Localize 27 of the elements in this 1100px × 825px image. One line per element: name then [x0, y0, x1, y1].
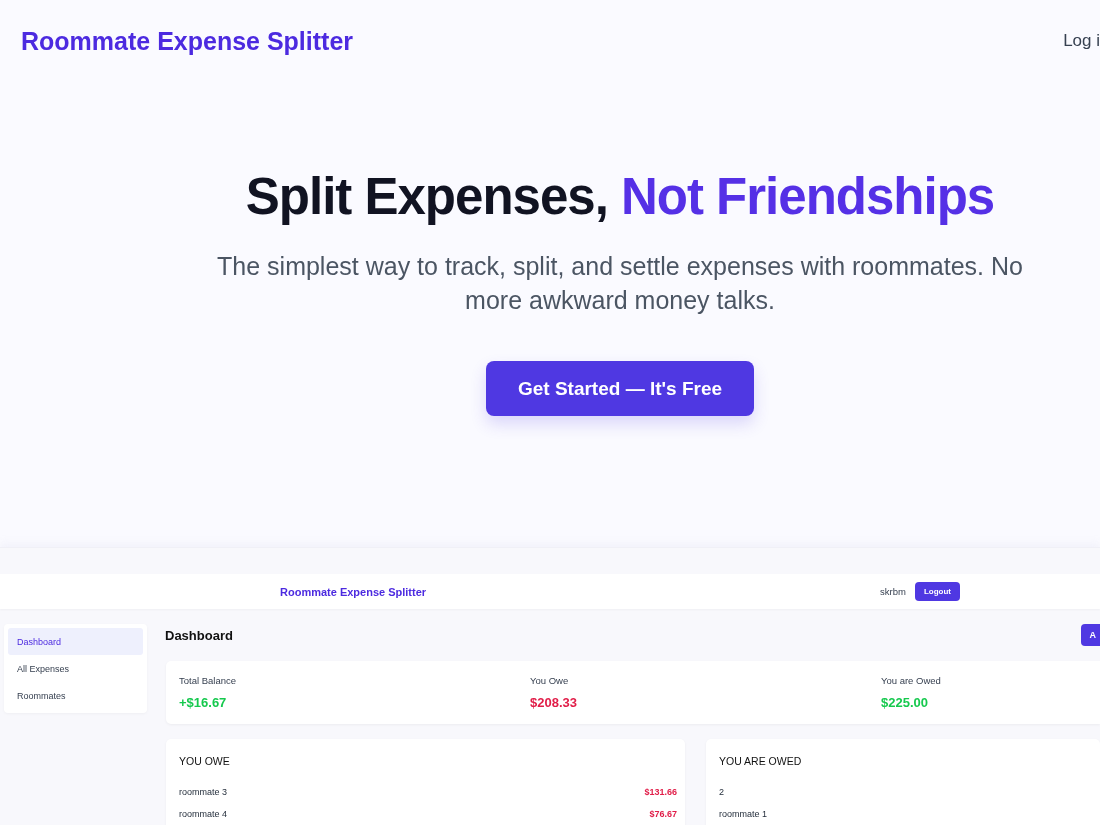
login-link[interactable]: Log i [1063, 31, 1100, 51]
hero-subtitle: The simplest way to track, split, and settle expenses with roommates. No more awkward money talks. [216, 251, 1024, 316]
roommate-name: roommate 1 [719, 809, 768, 819]
sidebar-item[interactable]: Dashboard [8, 628, 143, 655]
add-button[interactable]: A [1080, 624, 1100, 646]
amount-owed: $131.66 [644, 787, 677, 797]
summary-label: Total Balance [179, 675, 237, 687]
username-label: skrbm [880, 586, 906, 597]
sidebar-item[interactable]: Roommates [8, 682, 143, 709]
summary-value: $208.33 [530, 695, 577, 711]
amount-owed: $76.67 [649, 809, 677, 819]
hero-title: Split Expenses, Not Friendships [245, 167, 995, 227]
summary-label: You are Owed [881, 675, 941, 687]
summary-label: You Owe [530, 675, 569, 687]
roommate-name: 2 [719, 787, 724, 797]
page-title: Dashboard [165, 627, 233, 643]
balance-card-title: YOU ARE OWED [719, 754, 802, 769]
brand-link[interactable]: Roommate Expense Splitter [21, 26, 354, 56]
logout-button[interactable]: Logout [914, 582, 960, 601]
get-started-button[interactable]: Get Started — It's Free [485, 361, 755, 416]
summary-value: $225.00 [881, 695, 928, 711]
roommate-name: roommate 3 [179, 787, 228, 797]
balance-card-title: YOU OWE [179, 754, 230, 769]
app-title: Roommate Expense Splitter [280, 585, 427, 598]
summary-value: +$16.67 [179, 695, 227, 711]
roommate-name: roommate 4 [179, 809, 228, 819]
sidebar-item[interactable]: All Expenses [8, 655, 143, 682]
